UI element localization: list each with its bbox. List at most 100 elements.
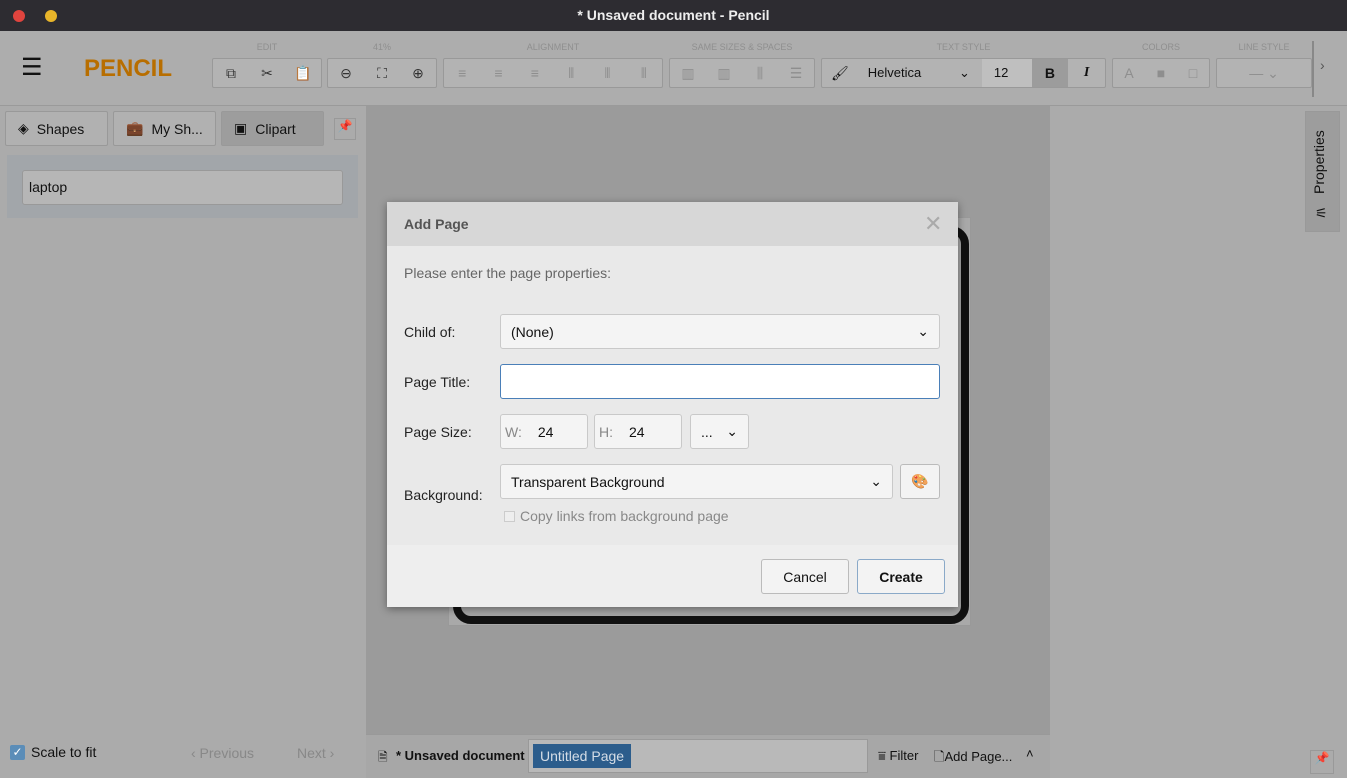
same-height-icon[interactable]: ▥ xyxy=(670,65,706,82)
close-icon[interactable]: ✕ xyxy=(924,211,942,237)
page-bar: 🗎 * Unsaved document Untitled Page ⩸ Fil… xyxy=(366,734,1050,778)
copy-icon[interactable]: ⧉ xyxy=(213,65,249,82)
line-style-select[interactable]: — ⌄ xyxy=(1216,58,1312,88)
height-input[interactable]: H: 24 xyxy=(594,414,682,449)
align-middle-icon[interactable]: ⦀ xyxy=(589,65,625,82)
close-window-button[interactable] xyxy=(13,10,25,22)
checkbox-icon xyxy=(504,510,515,522)
bold-button[interactable]: B xyxy=(1031,59,1069,87)
tab-label: My Sh... xyxy=(151,120,203,137)
size-preset-value: ... xyxy=(701,423,713,440)
document-icon: 🗎 xyxy=(378,750,388,764)
group-label-text-style: TEXT STYLE xyxy=(936,42,991,52)
group-label-alignment: ALIGNMENT xyxy=(526,42,580,52)
pin-icon[interactable]: 📌 xyxy=(1310,750,1334,774)
align-left-icon[interactable]: ≡ xyxy=(444,65,480,81)
right-panel: Properties ⚟ 📌 xyxy=(1050,106,1347,778)
toolbar: ☰ PENCIL EDIT ⧉ ✂ 📋 41% ⊖ ⛶ ⊕ ALIGNMENT ≡ ≡ ≡ ⦀… xyxy=(0,31,1347,106)
left-panel: ◈ Shapes 💼 My Sh... ▣ Clipart 📌 laptop ✓ Sc… xyxy=(0,106,366,778)
tab-my-shapes[interactable]: 💼 My Sh... xyxy=(113,111,216,146)
font-family-select[interactable]: Helvetica ⌄ xyxy=(858,65,982,81)
next-button[interactable]: Next › xyxy=(297,745,334,761)
group-label-sizes: SAME SIZES & SPACES xyxy=(691,42,793,52)
cut-icon[interactable]: ✂ xyxy=(249,65,285,82)
sizes-group: ▥ ▥ ⫼ ☰ xyxy=(669,58,815,88)
zoom-in-icon[interactable]: ⊕ xyxy=(400,65,436,82)
background-select[interactable]: Transparent Background ⌄ xyxy=(500,464,893,499)
page-title-label: Page Title: xyxy=(404,374,471,390)
zoom-level: 41% xyxy=(372,42,391,52)
properties-tab[interactable]: Properties ⚟ xyxy=(1305,111,1340,232)
page-title-input[interactable] xyxy=(500,364,940,399)
align-center-icon[interactable]: ≡ xyxy=(480,65,516,81)
chevron-down-icon: ⌄ xyxy=(726,423,738,439)
chevron-down-icon: ⌄ xyxy=(958,65,970,80)
stroke-color-icon[interactable]: □ xyxy=(1177,65,1209,81)
add-page-button[interactable]: 🗋Add Page... xyxy=(934,748,1012,770)
add-page-icon: 🗋 xyxy=(934,749,945,764)
image-icon: ▣ xyxy=(234,120,248,136)
chevron-right-icon[interactable]: › xyxy=(1320,57,1325,73)
text-style-group: 🖌 Helvetica ⌄ 12 B I xyxy=(821,58,1106,88)
page-tabs: Untitled Page xyxy=(528,739,868,773)
page-size-label: Page Size: xyxy=(404,424,472,440)
paste-icon[interactable]: 📋 xyxy=(285,65,321,82)
scale-to-fit-checkbox[interactable]: ✓ Scale to fit xyxy=(10,744,96,760)
zoom-out-icon[interactable]: ⊖ xyxy=(328,65,364,82)
briefcase-icon: 💼 xyxy=(126,120,144,136)
colors-group: A ■ □ xyxy=(1112,58,1210,88)
filter-icon: ⩸ xyxy=(878,748,886,763)
align-right-icon[interactable]: ≡ xyxy=(517,65,553,81)
tab-clipart[interactable]: ▣ Clipart xyxy=(221,111,324,146)
chevron-down-icon: — ⌄ xyxy=(1249,64,1279,81)
menu-icon[interactable]: ☰ xyxy=(21,56,43,80)
format-painter-icon[interactable]: 🖌 xyxy=(822,65,858,82)
w-value: 24 xyxy=(537,423,554,440)
zoom-group: ⊖ ⛶ ⊕ xyxy=(327,58,437,88)
minimize-window-button[interactable] xyxy=(45,10,57,22)
h-label: H: xyxy=(599,423,613,440)
tab-label: Clipart xyxy=(255,120,296,137)
toolbar-scrollbar[interactable] xyxy=(1312,41,1314,97)
size-preset-select[interactable]: ... ⌄ xyxy=(690,414,749,449)
create-button[interactable]: Create xyxy=(857,559,945,594)
properties-label: Properties xyxy=(1311,130,1327,194)
previous-button[interactable]: ‹ Previous xyxy=(191,745,254,761)
h-spacing-icon[interactable]: ⫼ xyxy=(742,65,778,82)
tab-shapes[interactable]: ◈ Shapes xyxy=(5,111,108,146)
fit-icon[interactable]: ⛶ xyxy=(364,65,400,82)
document-name: * Unsaved document xyxy=(396,748,525,763)
v-spacing-icon[interactable]: ☰ xyxy=(778,65,814,82)
group-label-line-style: LINE STYLE xyxy=(1238,42,1290,52)
checkbox-checked-icon: ✓ xyxy=(10,744,25,760)
fill-color-icon[interactable]: ■ xyxy=(1145,65,1177,81)
chevron-down-icon: ⌄ xyxy=(917,323,929,339)
page-tab-untitled[interactable]: Untitled Page xyxy=(533,744,632,768)
w-label: W: xyxy=(505,423,522,440)
cancel-button[interactable]: Cancel xyxy=(761,559,849,594)
dialog-title: Add Page xyxy=(404,216,469,232)
italic-button[interactable]: I xyxy=(1068,65,1105,81)
clipart-search-input[interactable]: laptop xyxy=(22,170,343,205)
filter-label: Filter xyxy=(889,748,919,763)
align-bottom-icon[interactable]: ⦀ xyxy=(626,65,662,82)
pin-icon[interactable]: 📌 xyxy=(334,118,356,140)
width-input[interactable]: W: 24 xyxy=(500,414,588,449)
add-page-label: Add Page... xyxy=(944,749,1013,764)
title-bar: * Unsaved document - Pencil xyxy=(0,0,1347,31)
filter-button[interactable]: ⩸ Filter xyxy=(878,748,918,764)
child-of-select[interactable]: (None) ⌄ xyxy=(500,314,940,349)
group-label-edit: EDIT xyxy=(256,42,278,52)
group-label-colors: COLORS xyxy=(1141,42,1180,52)
background-label: Background: xyxy=(404,487,483,503)
alignment-group: ≡ ≡ ≡ ⦀ ⦀ ⦀ xyxy=(443,58,663,88)
text-color-button[interactable]: A xyxy=(1113,65,1145,81)
font-size-input[interactable]: 12 xyxy=(981,59,1032,87)
same-width-icon[interactable]: ▥ xyxy=(706,65,742,82)
edit-group: ⧉ ✂ 📋 xyxy=(212,58,322,88)
dialog-header: Add Page xyxy=(387,202,958,246)
copy-links-checkbox[interactable]: Copy links from background page xyxy=(504,508,729,524)
palette-icon[interactable]: 🎨 xyxy=(900,464,940,499)
align-top-icon[interactable]: ⦀ xyxy=(553,65,589,82)
chevron-up-icon[interactable]: ˄ xyxy=(1026,746,1034,761)
